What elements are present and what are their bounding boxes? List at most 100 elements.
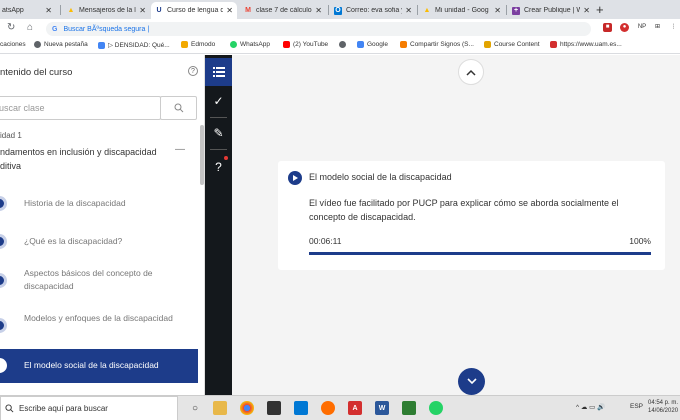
acrobat-icon[interactable]: A: [348, 401, 362, 415]
clock[interactable]: 04:54 p. m. 14/06/2020: [648, 399, 678, 415]
store-icon[interactable]: [267, 401, 281, 415]
clock-time: 04:54 p. m.: [648, 400, 679, 406]
close-icon[interactable]: ✕: [405, 6, 412, 15]
notification-dot: [224, 156, 228, 160]
browser-tab-active[interactable]: U Curso de lengua d ✕: [151, 2, 237, 19]
bookmark[interactable]: https://www.uam.es...: [550, 41, 622, 48]
browser-tab[interactable]: O Correo: eva sofia y ✕: [330, 2, 416, 19]
lesson-label: Aspectos básicos del concepto de discapa…: [24, 268, 153, 291]
close-icon[interactable]: ✕: [494, 6, 501, 15]
close-icon[interactable]: ✕: [583, 6, 590, 15]
whatsapp-icon[interactable]: [429, 401, 443, 415]
check-button[interactable]: ✓: [205, 87, 232, 115]
video-time: 00:06:11: [309, 236, 342, 246]
browser-tab[interactable]: ▲ Mensajeros de la l ✕: [63, 2, 150, 19]
bookmark[interactable]: caciones: [0, 41, 26, 48]
course-content-icon: [484, 41, 491, 48]
bookmark-label: (2) YouTube: [293, 41, 329, 48]
publique-icon: +: [512, 6, 520, 15]
search-icon: [174, 103, 183, 113]
task-view-icon[interactable]: ○: [188, 401, 202, 415]
bookmark[interactable]: Google: [357, 41, 388, 48]
tray-icons[interactable]: ^ ☁ ▭ 🔊: [576, 403, 605, 411]
lesson-status-icon: [0, 196, 7, 211]
progress-bar: [309, 252, 651, 255]
address-bar[interactable]: G Buscar BÃºsqueda segura |: [46, 22, 591, 36]
photos-icon[interactable]: [402, 401, 416, 415]
lesson-title: El modelo social de la discapacidad: [309, 172, 452, 182]
tab-title: Mi unidad - Goog: [435, 7, 489, 14]
bookmark[interactable]: Edmodo: [181, 41, 215, 48]
tab-title: Curso de lengua d: [167, 7, 224, 14]
extension-icon[interactable]: ■: [603, 23, 612, 32]
notes-button[interactable]: ✎: [205, 119, 232, 147]
panel-title: ntenido del curso: [0, 67, 73, 78]
globe-icon: [339, 41, 346, 48]
firefox-icon[interactable]: [321, 401, 335, 415]
lesson-item[interactable]: ¿Qué es la discapacidad?: [0, 231, 198, 251]
drive-icon: ▲: [67, 7, 75, 14]
lesson-item[interactable]: Aspectos básicos del concepto de discapa…: [0, 263, 198, 297]
lesson-label: Historia de la discapacidad: [24, 198, 126, 208]
new-tab-button[interactable]: +: [596, 3, 604, 16]
lesson-item-active[interactable]: El modelo social de la discapacidad: [0, 349, 198, 383]
bookmark-label: Edmodo: [191, 41, 216, 48]
bookmark-label: caciones: [0, 41, 26, 48]
bookmark-label: ▷ DENSIDAD: Qué...: [108, 42, 170, 49]
search-icon: [5, 404, 14, 413]
extension-np-icon[interactable]: NP: [636, 23, 648, 32]
home-icon[interactable]: ⌂: [27, 22, 33, 33]
browser-tab[interactable]: M clase 7 de cálculo ✕: [240, 2, 326, 19]
taskbar-search[interactable]: Escribe aquí para buscar: [0, 396, 178, 420]
next-button[interactable]: [458, 368, 485, 395]
bookmark-label: WhatsApp: [240, 41, 270, 48]
chevron-down-icon: [466, 378, 477, 385]
collapse-icon[interactable]: —: [175, 144, 185, 155]
scrollbar[interactable]: [200, 125, 204, 185]
bookmark[interactable]: [339, 41, 349, 48]
browser-tab[interactable]: atsApp ✕: [0, 2, 56, 19]
mail-icon[interactable]: [294, 401, 308, 415]
bookmark[interactable]: ▷ DENSIDAD: Qué...: [98, 41, 170, 49]
word-icon[interactable]: W: [375, 401, 389, 415]
tab-title: atsApp: [2, 7, 24, 14]
close-icon[interactable]: ✕: [139, 6, 146, 15]
menu-button[interactable]: [205, 58, 232, 86]
main-content: El modelo social de la discapacidad El v…: [232, 55, 680, 395]
search-button[interactable]: [160, 96, 197, 120]
lesson-description: El vídeo fue facilitado por PUCP para ex…: [309, 198, 619, 222]
tab-title: Mensajeros de la l: [79, 7, 136, 14]
close-icon[interactable]: ✕: [45, 6, 52, 15]
tab-title: clase 7 de cálculo: [256, 7, 312, 14]
extensions-icon[interactable]: ⊞: [653, 23, 662, 32]
youtube-icon: [283, 41, 290, 48]
bookmark[interactable]: WhatsApp: [230, 41, 270, 48]
help-icon[interactable]: ?: [188, 66, 198, 76]
question-icon: ?: [215, 160, 222, 174]
bookmark[interactable]: Course Content: [484, 41, 540, 48]
close-icon[interactable]: ✕: [226, 6, 233, 15]
bookmark[interactable]: Compartir Signos (S...: [400, 41, 474, 48]
browser-tab[interactable]: + Crear Publique | W ✕: [508, 2, 594, 19]
lesson-label: ¿Qué es la discapacidad?: [24, 236, 123, 246]
google-icon: [98, 41, 105, 49]
lesson-item[interactable]: Modelos y enfoques de la discapacidad: [0, 308, 198, 342]
bookmark[interactable]: Nueva pestaña: [34, 41, 88, 48]
language-indicator[interactable]: ESP: [630, 403, 643, 410]
close-icon[interactable]: ✕: [315, 6, 322, 15]
previous-button[interactable]: [458, 59, 484, 85]
extension-icon[interactable]: ●: [620, 23, 629, 32]
unit-name[interactable]: ndamentos en inclusión y discapacidad di…: [0, 145, 170, 173]
play-triangle-icon: [293, 175, 298, 181]
file-explorer-icon[interactable]: [213, 401, 227, 415]
browser-tab[interactable]: ▲ Mi unidad - Goog ✕: [419, 2, 505, 19]
chrome-icon[interactable]: [240, 401, 254, 415]
play-icon[interactable]: [288, 171, 302, 185]
bookmark[interactable]: (2) YouTube: [283, 41, 328, 48]
bookmark-label: https://www.uam.es...: [560, 41, 622, 48]
search-input[interactable]: uscar clase: [0, 96, 161, 120]
reload-icon[interactable]: ↻: [7, 22, 15, 33]
tab-title: Correo: eva sofia y: [346, 7, 403, 14]
menu-icon[interactable]: ⋮: [669, 23, 678, 32]
lesson-item[interactable]: Historia de la discapacidad: [0, 193, 198, 213]
